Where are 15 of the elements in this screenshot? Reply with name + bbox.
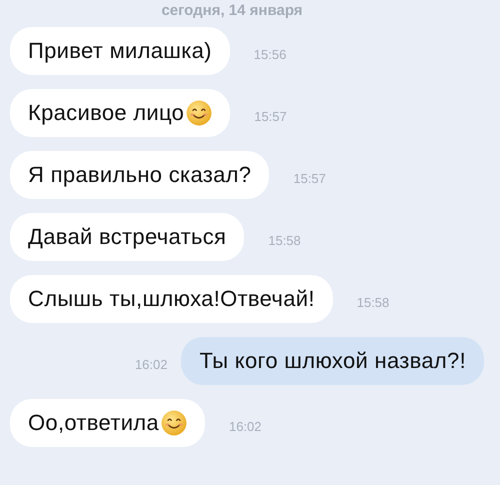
message-text: Красивое лицо bbox=[28, 100, 184, 126]
message-text: Давай встречаться bbox=[28, 224, 226, 250]
message-time: 15:58 bbox=[268, 232, 301, 248]
message-text: Я правильно сказал? bbox=[28, 162, 252, 188]
message-text: Привет милашка) bbox=[28, 38, 212, 64]
message-time: 16:02 bbox=[228, 418, 262, 434]
message-text: Слышь ты,шлюха!Отвечай! bbox=[28, 286, 315, 312]
message-time: 16:02 bbox=[134, 356, 168, 372]
message-time: 15:57 bbox=[254, 108, 287, 124]
message-time: 15:57 bbox=[293, 170, 326, 186]
message-time: 15:58 bbox=[356, 294, 390, 310]
message-text: Ты кого шлюхой назвал?! bbox=[199, 348, 466, 374]
date-header: сегодня, 14 января bbox=[161, 2, 303, 19]
message-text: Оо,ответила bbox=[28, 410, 159, 436]
message-time: 15:56 bbox=[254, 46, 286, 62]
